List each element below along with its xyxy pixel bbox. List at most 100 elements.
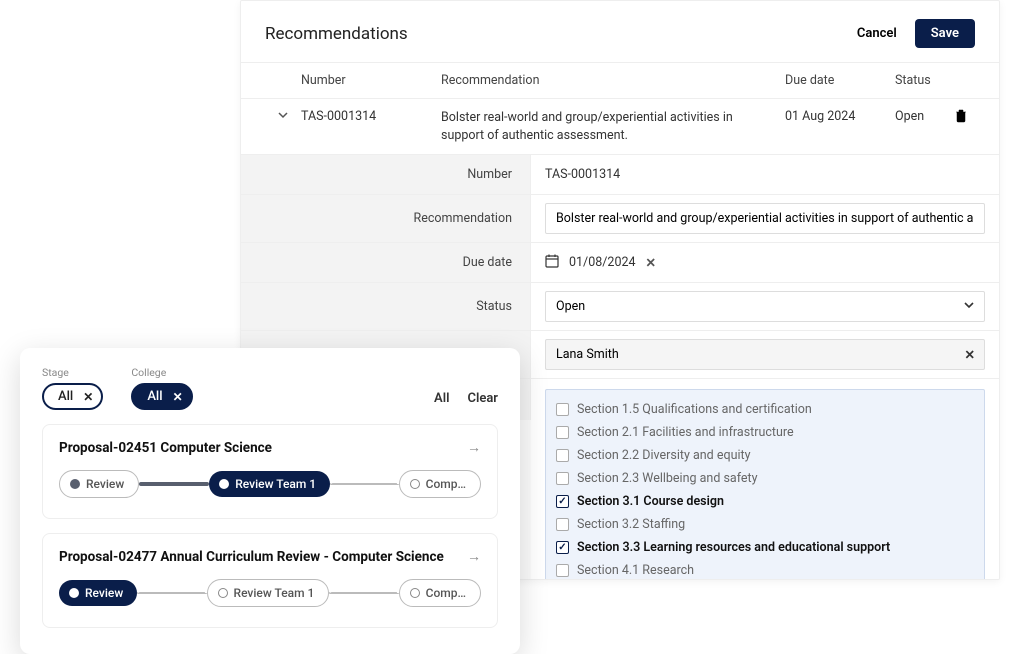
status-value[interactable] — [545, 291, 985, 322]
stage-dot-icon — [69, 588, 79, 598]
recommendation-input[interactable] — [545, 203, 985, 234]
stage-connector — [329, 592, 398, 594]
filter-actions: All Clear — [434, 391, 498, 410]
filter-bar: Stage All ✕ College All ✕ All Clear — [42, 366, 498, 410]
status-select[interactable] — [545, 291, 985, 322]
assignee-value[interactable] — [545, 339, 985, 370]
col-header-status: Status — [895, 73, 975, 88]
stage-label: Review Team 1 — [235, 477, 316, 491]
proposal-header: Proposal-02477 Annual Curriculum Review … — [59, 548, 481, 565]
standard-label: Section 2.3 Wellbeing and safety — [577, 471, 758, 486]
standard-option[interactable]: Section 4.1 Research — [556, 559, 974, 580]
stage-label: Review — [85, 586, 123, 600]
stage-pill[interactable]: Review Team 1 — [207, 579, 330, 607]
stage-dot-icon — [410, 588, 420, 598]
form-row-recommendation: Recommendation — [241, 195, 999, 243]
stage-pill[interactable]: Review — [59, 470, 139, 498]
arrow-right-icon[interactable]: → — [467, 439, 481, 456]
col-header-recommendation: Recommendation — [441, 73, 785, 88]
filter-clear-button[interactable]: Clear — [467, 391, 498, 406]
stage-pill[interactable]: Comp… — [399, 579, 481, 607]
row-number: TAS-0001314 — [301, 109, 441, 124]
standard-label: Section 3.1 Course design — [577, 494, 724, 509]
college-pill-value: All — [147, 389, 162, 404]
stage-connector — [137, 592, 206, 594]
standard-label: Section 3.2 Staffing — [577, 517, 685, 532]
standards-list: Section 1.5 Qualifications and certifica… — [545, 389, 985, 580]
standard-label: Section 3.3 Learning resources and educa… — [577, 540, 890, 555]
recommendations-header: Recommendations Cancel Save — [241, 1, 999, 62]
assignee-field[interactable]: ✕ — [545, 339, 985, 370]
clear-assignee-button[interactable]: ✕ — [965, 347, 975, 363]
row-due: 01 Aug 2024 — [785, 109, 895, 124]
stage-connector — [139, 482, 209, 486]
filter-stage: Stage All ✕ — [42, 366, 103, 410]
label-number: Number — [241, 155, 531, 194]
standard-option[interactable]: ✓ Section 3.3 Learning resources and educ… — [556, 536, 974, 559]
standard-option[interactable]: Section 1.5 Qualifications and certifica… — [556, 398, 974, 421]
expand-toggle[interactable] — [265, 109, 301, 121]
date-value: 01/08/2024 — [569, 255, 636, 270]
col-header-due: Due date — [785, 73, 895, 88]
checkbox-icon — [556, 472, 569, 485]
date-picker[interactable]: 01/08/2024 ✕ — [545, 254, 656, 272]
standard-label: Section 2.2 Diversity and equity — [577, 448, 751, 463]
delete-button[interactable] — [955, 109, 975, 127]
stage-pill[interactable]: Review — [59, 580, 137, 606]
stage-track: Review Review Team 1 Comp… — [59, 579, 481, 607]
standard-option[interactable]: Section 2.1 Facilities and infrastructur… — [556, 421, 974, 444]
proposal-item[interactable]: Proposal-02451 Computer Science→ReviewRe… — [42, 424, 498, 519]
label-status: Status — [241, 283, 531, 330]
stage-dot-icon — [410, 479, 420, 489]
save-button[interactable]: Save — [915, 19, 975, 48]
checkbox-icon — [556, 426, 569, 439]
standard-label: Section 4.1 Research — [577, 563, 694, 578]
stage-pill-value: All — [58, 389, 73, 404]
stage-dot-icon — [70, 479, 80, 489]
close-icon[interactable]: ✕ — [83, 390, 93, 404]
proposal-item[interactable]: Proposal-02477 Annual Curriculum Review … — [42, 533, 498, 628]
filter-stage-label: Stage — [42, 366, 103, 379]
stage-label: Comp… — [426, 477, 466, 491]
header-actions: Cancel Save — [847, 19, 975, 48]
checkbox-icon — [556, 403, 569, 416]
label-recommendation: Recommendation — [241, 195, 531, 242]
stage-pill[interactable]: Comp… — [399, 470, 481, 498]
standard-option[interactable]: Section 2.3 Wellbeing and safety — [556, 467, 974, 490]
standard-option[interactable]: Section 2.2 Diversity and equity — [556, 444, 974, 467]
checkbox-icon — [556, 564, 569, 577]
table-header: Number Recommendation Due date Status — [241, 62, 999, 99]
form-row-due: Due date 01/08/2024 ✕ — [241, 243, 999, 283]
arrow-right-icon[interactable]: → — [467, 548, 481, 565]
college-pill[interactable]: All ✕ — [131, 383, 192, 410]
form-row-number: Number TAS-0001314 — [241, 155, 999, 195]
checkbox-icon: ✓ — [556, 495, 569, 508]
stage-label: Review Team 1 — [234, 586, 315, 600]
col-header-number: Number — [301, 73, 441, 88]
checkbox-icon: ✓ — [556, 541, 569, 554]
checkbox-icon — [556, 449, 569, 462]
filter-all-button[interactable]: All — [434, 391, 449, 406]
cancel-button[interactable]: Cancel — [847, 20, 907, 47]
stage-dot-icon — [219, 479, 229, 489]
page-title: Recommendations — [265, 24, 408, 44]
stage-pill[interactable]: Review Team 1 — [209, 471, 330, 497]
stage-connector — [330, 483, 399, 485]
proposal-header: Proposal-02451 Computer Science → — [59, 439, 481, 456]
checkbox-icon — [556, 518, 569, 531]
proposal-title: Proposal-02477 Annual Curriculum Review … — [59, 549, 444, 565]
stage-track: Review Review Team 1 Comp… — [59, 470, 481, 498]
filter-college-label: College — [131, 366, 192, 379]
table-row: TAS-0001314 Bolster real-world and group… — [241, 99, 999, 155]
value-number: TAS-0001314 — [531, 155, 999, 194]
standard-option[interactable]: ✓ Section 3.1 Course design — [556, 490, 974, 513]
stage-pill[interactable]: All ✕ — [42, 383, 103, 410]
standard-option[interactable]: Section 3.2 Staffing — [556, 513, 974, 536]
calendar-icon — [545, 254, 559, 272]
filter-college: College All ✕ — [131, 366, 192, 410]
proposal-title: Proposal-02451 Computer Science — [59, 440, 272, 456]
label-due: Due date — [241, 243, 531, 282]
close-icon[interactable]: ✕ — [173, 390, 183, 404]
clear-date-button[interactable]: ✕ — [646, 255, 656, 271]
row-recommendation: Bolster real-world and group/experientia… — [441, 109, 785, 144]
